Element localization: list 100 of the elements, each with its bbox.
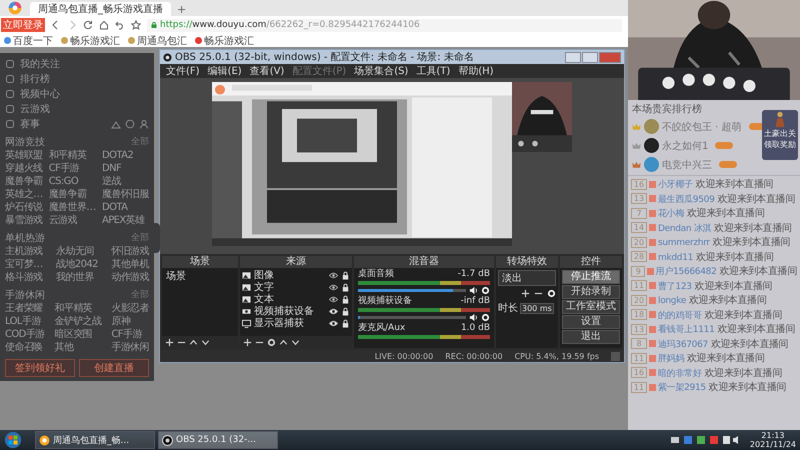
category-link[interactable]: 英雄联盟 <box>5 150 43 162</box>
new-tab-button[interactable]: + <box>171 3 192 16</box>
sidebar-button[interactable]: 创建直播 <box>79 359 149 377</box>
category-link[interactable]: 火影忍者 <box>111 303 149 315</box>
fan-name[interactable]: 永之如何1 <box>662 138 708 152</box>
category-link[interactable]: 魔兽争霸 <box>48 189 96 201</box>
avatar[interactable] <box>644 138 659 153</box>
bookmark[interactable]: 百度一下 <box>4 34 53 48</box>
bookmark[interactable]: 畅乐游戏汇 <box>61 34 120 48</box>
bookmark[interactable]: 畅乐游戏汇 <box>195 34 254 48</box>
category-link[interactable]: 英雄之… <box>5 189 43 201</box>
home-icon[interactable] <box>99 20 109 30</box>
sidebar-item[interactable]: 云游戏 <box>20 102 50 116</box>
lock-icon[interactable] <box>341 294 350 304</box>
sidebar-item[interactable]: 我的关注 <box>20 57 60 71</box>
category-link[interactable]: 云游戏 <box>48 215 96 227</box>
source-item[interactable]: 文字 <box>254 280 326 294</box>
category-link[interactable]: 我的世界 <box>56 272 98 284</box>
control-button[interactable]: 停止推流 <box>562 270 620 284</box>
source-item[interactable]: 视频捕获设备 <box>254 304 326 318</box>
down-icon[interactable] <box>291 338 300 346</box>
category-link[interactable]: 格斗游戏 <box>5 272 43 284</box>
scene-item[interactable]: 场景 <box>164 269 236 283</box>
category-link[interactable]: 使命召唤 <box>5 342 45 354</box>
category-link[interactable]: 永劫无间 <box>56 246 98 258</box>
category-link[interactable]: 逆战 <box>102 176 149 188</box>
bookmark[interactable]: 周通鸟包汇 <box>128 34 187 48</box>
category-link[interactable]: 怀旧游戏 <box>111 246 149 258</box>
menu-item[interactable]: 帮助(H) <box>458 64 494 78</box>
control-button[interactable]: 退出 <box>562 330 620 344</box>
menu-item[interactable]: 文件(F) <box>166 64 200 78</box>
category-link[interactable]: COD手游 <box>5 329 45 341</box>
down-icon[interactable] <box>201 338 210 346</box>
add-icon[interactable] <box>243 338 252 346</box>
gift-card[interactable]: 土豪出关 领取奖励 <box>762 110 798 160</box>
add-icon[interactable] <box>165 338 174 346</box>
clock-date[interactable]: 2021/11/24 <box>750 440 796 449</box>
menu-item[interactable]: 场景集合(S) <box>354 64 408 78</box>
add-icon[interactable] <box>521 289 530 298</box>
category-link[interactable]: 手游休闲 <box>111 342 149 354</box>
category-link[interactable]: 王者荣耀 <box>5 303 45 315</box>
category-link[interactable]: 宝可梦… <box>5 259 43 271</box>
category-link[interactable]: 魔兽怀旧服 <box>102 189 149 201</box>
address-bar[interactable]: https://www.douyu.com/662262_r=0.8295442176244106 <box>147 18 622 32</box>
category-link[interactable]: 其他单机 <box>111 259 149 271</box>
eye-icon[interactable] <box>329 270 338 280</box>
eye-icon[interactable] <box>329 318 338 328</box>
source-item[interactable]: 文本 <box>254 292 326 306</box>
speaker-icon[interactable] <box>469 286 478 295</box>
sidebar-item[interactable]: 排行榜 <box>20 72 50 86</box>
lock-icon[interactable] <box>341 270 350 280</box>
category-link[interactable]: CF手游 <box>48 163 96 175</box>
menu-item[interactable]: 编辑(E) <box>208 64 242 78</box>
taskbar-button[interactable]: OBS 25.0.1 (32-... <box>158 431 278 449</box>
eye-icon[interactable] <box>329 294 338 304</box>
category-link[interactable]: 金铲铲之战 <box>54 316 102 328</box>
category-link[interactable]: APEX英雄 <box>102 215 149 227</box>
control-button[interactable]: 开始录制 <box>562 285 620 299</box>
category-link[interactable]: 和平精英 <box>54 303 102 315</box>
minimize-button[interactable] <box>565 52 581 62</box>
category-link[interactable]: 穿越火线 <box>5 163 43 175</box>
sidebar-item[interactable]: 赛事 <box>20 117 40 131</box>
user-icon[interactable] <box>139 119 149 129</box>
duration-field[interactable]: 300 ms <box>520 302 554 314</box>
lock-icon[interactable] <box>341 282 350 292</box>
undo-icon[interactable] <box>115 20 125 30</box>
fan-name[interactable]: 不皎皎包王 · 超萌 <box>662 120 742 134</box>
sidebar-button[interactable]: 签到领好礼 <box>5 359 75 377</box>
category-link[interactable]: CF手游 <box>111 329 149 341</box>
lock-icon[interactable] <box>341 318 350 328</box>
sidebar-item[interactable]: 视频中心 <box>20 87 60 101</box>
source-item[interactable]: 图像 <box>254 268 326 282</box>
browser-tab[interactable]: 周通鸟包直播_畅乐游戏直播 <box>30 2 171 16</box>
eye-icon[interactable] <box>329 306 338 316</box>
category-link[interactable]: 魔兽世界… <box>48 202 96 214</box>
source-item[interactable]: 显示器捕获 <box>254 316 326 330</box>
category-link[interactable]: 原神 <box>111 316 149 328</box>
category-link[interactable]: 暴雪游戏 <box>5 215 43 227</box>
category-link[interactable]: 和平精英 <box>48 150 96 162</box>
category-link[interactable]: DOTA <box>102 202 149 214</box>
lock-icon[interactable] <box>341 306 350 316</box>
close-button[interactable] <box>599 52 621 62</box>
category-link[interactable]: DOTA2 <box>102 150 149 162</box>
more-link[interactable]: 全部 <box>131 288 149 302</box>
up-icon[interactable] <box>279 338 288 346</box>
control-button[interactable]: 工作室模式 <box>562 300 620 314</box>
category-link[interactable]: 其他 <box>54 342 102 354</box>
category-link[interactable]: 魔兽争霸 <box>5 176 43 188</box>
menu-item[interactable]: 查看(V) <box>250 64 284 78</box>
more-link[interactable]: 全部 <box>131 135 149 149</box>
category-link[interactable]: CS:GO <box>48 176 96 188</box>
category-link[interactable]: 主机游戏 <box>5 246 43 258</box>
fan-name[interactable]: 电竞中兴三 <box>662 158 712 172</box>
start-button[interactable] <box>4 431 22 449</box>
more-link[interactable]: 全部 <box>131 231 149 245</box>
eye-icon[interactable] <box>329 282 338 292</box>
category-link[interactable]: 动作游戏 <box>111 272 149 284</box>
volume-slider[interactable] <box>358 316 466 319</box>
control-button[interactable]: 设置 <box>562 315 620 329</box>
reload-icon[interactable] <box>83 20 93 30</box>
